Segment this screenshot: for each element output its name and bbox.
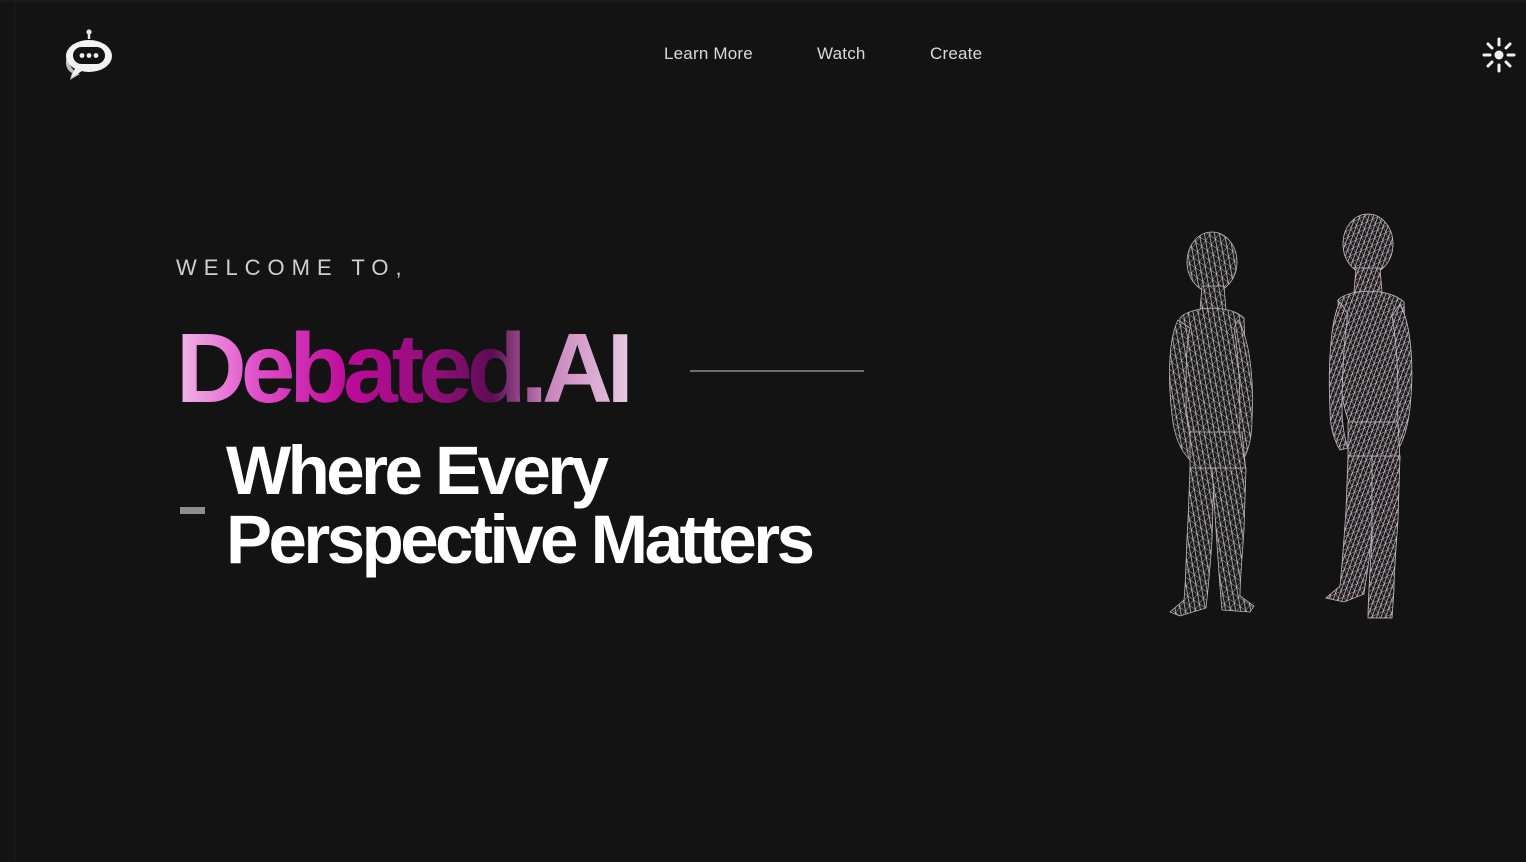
nav-learn-more[interactable]: Learn More (664, 44, 753, 64)
wireframe-figures-icon (1150, 210, 1430, 640)
title-divider (690, 370, 864, 372)
tagline-dash (180, 507, 205, 514)
right-figure (1325, 213, 1413, 619)
nav-create[interactable]: Create (930, 44, 982, 64)
sun-icon[interactable] (1481, 36, 1517, 74)
tagline-line-2: Perspective Matters (226, 501, 815, 578)
main-nav: Learn More Watch Create (0, 44, 1526, 68)
tagline-line-1: Where Every (226, 432, 609, 509)
left-border (14, 0, 15, 862)
left-figure (1169, 231, 1255, 617)
landing-page: Learn More Watch Create WELCOME TO, Deba… (0, 0, 1526, 862)
welcome-text: WELCOME TO, (176, 255, 409, 280)
brand-title: Debated.AI (176, 313, 634, 423)
tagline: Where Every Perspective Matters (226, 432, 815, 578)
robot-chat-icon[interactable] (58, 28, 116, 82)
top-border (0, 0, 1526, 2)
nav-watch[interactable]: Watch (817, 44, 866, 64)
